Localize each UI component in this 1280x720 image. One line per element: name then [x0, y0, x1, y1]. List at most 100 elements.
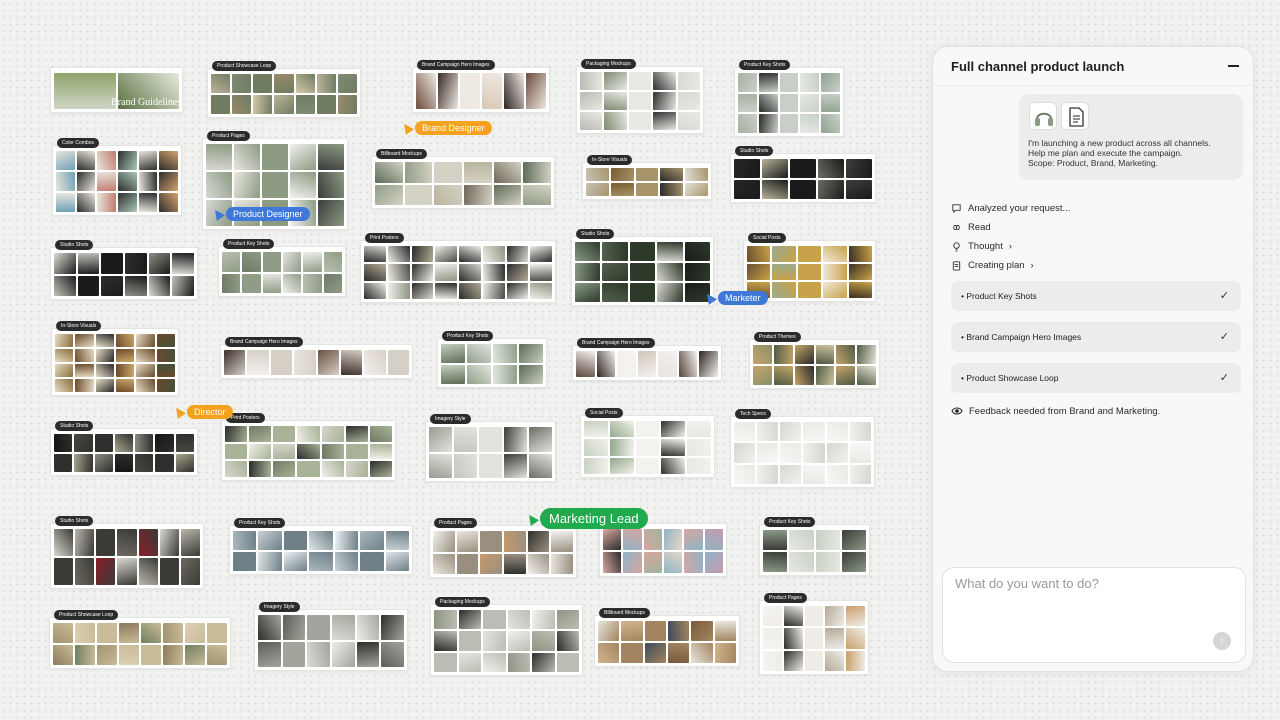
image-thumbnail[interactable] [825, 650, 845, 671]
image-thumbnail[interactable] [116, 379, 135, 392]
image-thumbnail[interactable] [523, 162, 551, 183]
image-thumbnail[interactable] [148, 275, 171, 296]
image-thumbnail[interactable] [584, 457, 608, 474]
image-thumbnail[interactable] [635, 168, 659, 181]
image-thumbnail[interactable] [658, 351, 677, 377]
image-thumbnail[interactable] [155, 454, 174, 472]
image-thumbnail[interactable] [331, 642, 355, 667]
image-thumbnail[interactable] [211, 74, 231, 93]
image-thumbnail[interactable] [493, 365, 517, 384]
image-thumbnail[interactable] [441, 344, 465, 363]
image-thumbnail[interactable] [318, 172, 344, 198]
image-thumbnail[interactable] [825, 606, 845, 627]
image-thumbnail[interactable] [603, 529, 622, 550]
image-thumbnail[interactable] [657, 242, 683, 261]
image-thumbnail[interactable] [628, 92, 652, 110]
image-thumbnail[interactable] [364, 350, 386, 375]
image-thumbnail[interactable] [283, 531, 308, 550]
image-thumbnail[interactable] [138, 529, 158, 556]
image-thumbnail[interactable] [94, 434, 113, 452]
image-thumbnail[interactable] [504, 73, 524, 109]
image-thumbnail[interactable] [653, 92, 676, 110]
image-thumbnail[interactable] [273, 443, 296, 460]
image-thumbnail[interactable] [283, 552, 308, 571]
image-thumbnail[interactable] [116, 349, 135, 362]
image-thumbnail[interactable] [575, 262, 601, 282]
moodboard-card[interactable]: Product Key Shots [734, 60, 844, 137]
image-thumbnail[interactable] [385, 531, 409, 550]
image-thumbnail[interactable] [479, 427, 502, 452]
image-thumbnail[interactable] [76, 172, 96, 191]
step-thought[interactable]: Thought › [951, 241, 1012, 252]
image-thumbnail[interactable] [433, 553, 455, 574]
image-thumbnail[interactable] [222, 252, 241, 272]
image-thumbnail[interactable] [433, 531, 455, 552]
image-thumbnail[interactable] [117, 193, 137, 212]
image-thumbnail[interactable] [657, 283, 683, 302]
moodboard-card[interactable]: Studio Shots [571, 229, 714, 306]
image-thumbnail[interactable] [628, 112, 652, 130]
image-thumbnail[interactable] [532, 610, 555, 630]
image-thumbnail[interactable] [249, 461, 272, 477]
image-thumbnail[interactable] [556, 610, 579, 630]
image-thumbnail[interactable] [54, 454, 73, 472]
image-thumbnail[interactable] [480, 531, 502, 552]
image-thumbnail[interactable] [117, 529, 137, 556]
image-thumbnail[interactable] [124, 253, 147, 274]
image-thumbnail[interactable] [156, 379, 175, 392]
image-thumbnail[interactable] [262, 273, 281, 293]
image-thumbnail[interactable] [628, 72, 652, 90]
collapse-button[interactable] [1228, 65, 1239, 67]
moodboard-card[interactable]: Imagery Style [425, 414, 556, 482]
image-thumbnail[interactable] [119, 623, 139, 643]
image-thumbnail[interactable] [506, 246, 529, 263]
image-thumbnail[interactable] [387, 246, 410, 263]
image-thumbnail[interactable] [54, 434, 73, 452]
image-thumbnail[interactable] [249, 426, 272, 442]
image-thumbnail[interactable] [691, 621, 713, 641]
image-thumbnail[interactable] [138, 193, 158, 212]
image-thumbnail[interactable] [369, 426, 392, 442]
image-thumbnail[interactable] [94, 454, 113, 472]
image-thumbnail[interactable] [530, 282, 552, 299]
image-thumbnail[interactable] [493, 184, 522, 205]
image-thumbnail[interactable] [823, 282, 847, 298]
image-thumbnail[interactable] [635, 421, 660, 438]
image-thumbnail[interactable] [747, 246, 771, 262]
image-thumbnail[interactable] [687, 457, 711, 474]
image-thumbnail[interactable] [233, 552, 257, 571]
image-thumbnail[interactable] [668, 643, 690, 663]
moodboard-card[interactable]: Product Showcase Loop [49, 610, 231, 669]
image-thumbnail[interactable] [159, 172, 178, 191]
image-thumbnail[interactable] [684, 262, 710, 282]
image-thumbnail[interactable] [258, 531, 282, 550]
image-thumbnail[interactable] [789, 552, 814, 572]
moodboard-card[interactable]: In-Store Visuals [51, 321, 179, 396]
moodboard-card[interactable]: Brand Campaign Hero Images [572, 338, 722, 381]
image-thumbnail[interactable] [734, 464, 756, 484]
image-thumbnail[interactable] [155, 434, 174, 452]
image-thumbnail[interactable] [75, 334, 94, 347]
image-thumbnail[interactable] [826, 422, 848, 442]
image-thumbnail[interactable] [435, 282, 457, 299]
image-thumbnail[interactable] [857, 366, 876, 385]
image-thumbnail[interactable] [211, 95, 231, 114]
image-thumbnail[interactable] [704, 529, 723, 550]
image-thumbnail[interactable] [283, 273, 302, 293]
image-thumbnail[interactable] [159, 529, 179, 556]
image-thumbnail[interactable] [141, 645, 161, 665]
image-thumbnail[interactable] [836, 345, 856, 364]
image-thumbnail[interactable] [119, 645, 139, 665]
image-thumbnail[interactable] [815, 552, 840, 572]
image-thumbnail[interactable] [77, 275, 100, 296]
image-thumbnail[interactable] [800, 73, 820, 92]
image-thumbnail[interactable] [780, 422, 802, 442]
image-thumbnail[interactable] [334, 552, 359, 571]
image-thumbnail[interactable] [684, 529, 703, 550]
image-thumbnail[interactable] [249, 443, 272, 460]
image-thumbnail[interactable] [345, 426, 368, 442]
image-thumbnail[interactable] [459, 264, 481, 281]
image-thumbnail[interactable] [779, 114, 799, 133]
image-thumbnail[interactable] [800, 114, 820, 133]
image-thumbnail[interactable] [519, 344, 543, 363]
